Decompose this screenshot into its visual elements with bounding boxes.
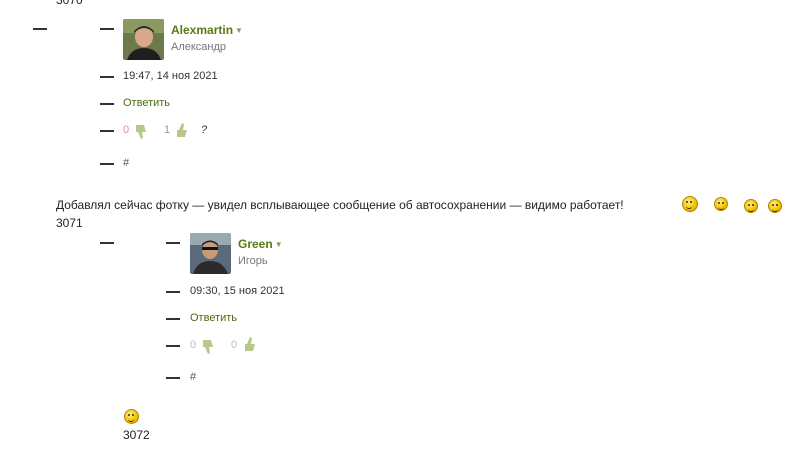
list-bullet	[166, 377, 180, 379]
list-bullet	[100, 76, 114, 78]
author-realname: Игорь	[238, 255, 268, 267]
list-bullet	[100, 163, 114, 165]
list-bullet	[166, 318, 180, 320]
smiley-emoji-icon	[682, 196, 698, 212]
username-link[interactable]: Alexmartin	[171, 23, 233, 37]
avatar-photo-icon	[190, 233, 231, 274]
smiley-emoji-icon	[714, 197, 728, 211]
permalink[interactable]: #	[190, 371, 196, 383]
username-link[interactable]: Green	[238, 237, 273, 251]
list-bullet	[100, 242, 114, 244]
caret-down-icon[interactable]: ▼	[275, 240, 283, 249]
vote-extra[interactable]: ?	[201, 124, 207, 136]
reply-link[interactable]: Ответить	[123, 97, 170, 109]
reply-link[interactable]: Ответить	[190, 312, 237, 324]
list-bullet	[100, 28, 114, 30]
smiley-emoji-icon	[744, 199, 758, 213]
list-bullet	[166, 291, 180, 293]
list-bullet	[100, 130, 114, 132]
user-avatar[interactable]	[123, 19, 164, 60]
list-bullet	[33, 28, 47, 30]
comment-datetime: 19:47, 14 ноя 2021	[123, 70, 218, 82]
vote-down-count: 0	[123, 124, 130, 136]
author-realname: Александр	[171, 41, 227, 53]
avatar-photo-icon	[123, 19, 164, 60]
thumbs-down-icon[interactable]	[134, 124, 150, 140]
comment-number: 3071	[56, 216, 83, 230]
smiley-emoji-icon	[124, 409, 139, 424]
comment-datetime: 09:30, 15 ноя 2021	[190, 285, 285, 297]
list-bullet	[166, 345, 180, 347]
comment-number: 3072	[123, 428, 150, 442]
vote-down-count: 0	[190, 339, 197, 351]
vote-up-count: 1	[164, 124, 171, 136]
author-line: Green ▼	[238, 237, 283, 251]
user-avatar[interactable]	[190, 233, 231, 274]
thumbs-up-icon[interactable]	[243, 336, 259, 352]
smiley-emoji-icon	[768, 199, 782, 213]
permalink[interactable]: #	[123, 157, 129, 169]
author-line: Alexmartin ▼	[171, 23, 243, 37]
comment-body: Добавлял сейчас фотку — увидел всплывающ…	[56, 198, 624, 212]
thumbs-down-icon[interactable]	[201, 339, 217, 355]
vote-up-count: 0	[231, 339, 238, 351]
list-bullet	[166, 242, 180, 244]
thumbs-up-icon[interactable]	[175, 122, 191, 138]
comment-number: 3070	[56, 0, 83, 7]
list-bullet	[100, 103, 114, 105]
caret-down-icon[interactable]: ▼	[235, 26, 243, 35]
